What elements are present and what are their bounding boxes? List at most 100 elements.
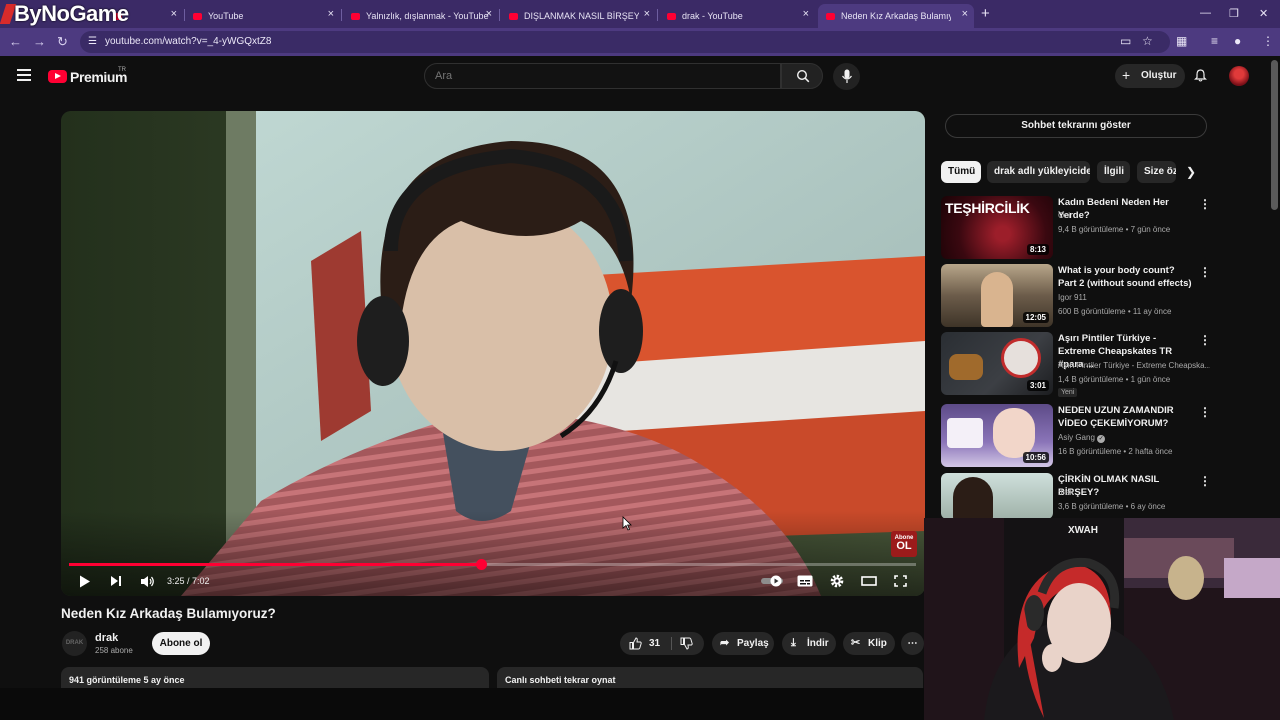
recommendation-item[interactable]: TEŞHİRCİLİK 8:13 Kadın Bedeni Neden Her …	[941, 196, 1211, 260]
video-thumbnail[interactable]: 10:56	[941, 404, 1053, 467]
recommendation-item[interactable]: 3:01 Aşırı Pintiler Türkiye - Extreme Ch…	[941, 332, 1211, 397]
browser-tab[interactable]: YouTube ×	[185, 4, 340, 28]
progress-played	[69, 563, 482, 566]
chip-from-uploader[interactable]: drak adlı yükleyiciden	[987, 161, 1090, 183]
restore-icon[interactable]: ❐	[1229, 7, 1239, 20]
subtitles-icon[interactable]	[797, 575, 813, 587]
tab-title: Neden Kız Arkadaş Bulamıy	[841, 11, 951, 21]
more-icon[interactable]: ⋮	[1199, 333, 1211, 347]
like-count[interactable]: 31	[649, 632, 660, 655]
tab-close-icon[interactable]: ×	[644, 8, 650, 20]
thumbnail-caption: TEŞHİRCİLİK	[945, 200, 1030, 216]
video-thumbnail[interactable]: TEŞHİRCİLİK 8:13	[941, 196, 1053, 259]
chat-replay-label: Canlı sohbeti tekrar oynat	[505, 675, 616, 685]
recommendation-item[interactable]: 10:56 NEDEN UZUN ZAMANDIR VİDEO ÇEKEMİYO…	[941, 404, 1211, 468]
play-icon[interactable]	[79, 575, 91, 588]
chip-for-you[interactable]: Size öz	[1137, 161, 1176, 183]
more-icon[interactable]: ⋮	[1199, 197, 1211, 211]
more-actions-button[interactable]: ⋯	[901, 632, 924, 655]
bell-icon[interactable]	[1194, 69, 1207, 82]
youtube-logo-icon[interactable]	[48, 70, 67, 83]
recommendation-item[interactable]: 12:05 What is your body count? Part 2 (w…	[941, 264, 1211, 328]
video-thumbnail[interactable]: 12:05	[941, 264, 1053, 327]
browser-tab[interactable]: DIŞLANMAK NASIL BİRŞEY? - Y ×	[501, 4, 656, 28]
tab-title: drak - YouTube	[682, 11, 743, 21]
youtube-favicon-icon	[509, 12, 518, 20]
browser-tab-active[interactable]: Neden Kız Arkadaş Bulamıy ×	[818, 4, 974, 28]
media-controls-icon[interactable]: ≡	[1211, 34, 1218, 48]
subscribe-watermark[interactable]: Abone OL	[891, 531, 917, 557]
mouse-cursor-icon	[622, 516, 632, 531]
recommendation-meta: 9,4 B görüntüleme • 7 gün önce	[1058, 225, 1171, 234]
reload-icon[interactable]: ↻	[57, 34, 68, 50]
subscribe-button[interactable]: Abone ol	[152, 632, 210, 655]
page-scrollbar[interactable]	[1271, 60, 1278, 210]
browser-tab-bar: × YouTube × Yalnızlık, dışlanmak - YouTub…	[0, 0, 1280, 28]
recommendation-channel[interactable]: Igor 911	[1058, 293, 1087, 302]
tab-close-icon[interactable]: ×	[962, 8, 968, 20]
site-info-icon[interactable]: ☰	[88, 31, 97, 53]
autoplay-toggle[interactable]	[761, 575, 785, 587]
window-close-icon[interactable]: ✕	[1259, 7, 1268, 20]
bookmark-star-icon[interactable]: ☆	[1142, 34, 1153, 48]
tab-close-icon[interactable]: ×	[486, 8, 492, 20]
tab-close-icon[interactable]: ×	[171, 8, 177, 20]
views-and-date: 941 görüntüleme 5 ay önce	[69, 675, 185, 685]
profile-icon[interactable]: ●	[1234, 34, 1241, 48]
fullscreen-icon[interactable]	[894, 575, 907, 587]
more-icon[interactable]: ⋮	[1199, 474, 1211, 488]
address-bar[interactable]: ☰ youtube.com/watch?v=_4-yWGQxtZ8	[80, 31, 1170, 53]
settings-icon[interactable]	[830, 574, 844, 588]
browser-tab[interactable]: drak - YouTube ×	[659, 4, 815, 28]
new-tab-button[interactable]: +	[981, 5, 990, 22]
subscriber-count: 258 abone	[95, 646, 133, 655]
extensions-icon[interactable]: ▦	[1176, 34, 1187, 48]
volume-icon[interactable]	[140, 575, 155, 588]
hoodie-logo: XWAH	[1068, 525, 1098, 536]
recommendation-title[interactable]: NEDEN UZUN ZAMANDIR VİDEO ÇEKEMİYORUM?	[1058, 404, 1194, 430]
video-thumbnail[interactable]: 3:01	[941, 332, 1053, 395]
more-icon[interactable]: ⋮	[1199, 405, 1211, 419]
search-button[interactable]	[781, 63, 823, 89]
browser-tab[interactable]: Yalnızlık, dışlanmak - YouTube ×	[343, 4, 498, 28]
video-thumbnail[interactable]	[941, 473, 1053, 519]
new-badge: Yeni	[1058, 388, 1078, 397]
country-code: TR	[118, 67, 126, 73]
recommendation-title[interactable]: Kadın Bedeni Neden Her Yerde?	[1058, 196, 1194, 222]
chevron-right-icon[interactable]: ❯	[1186, 165, 1196, 179]
recommendation-title[interactable]: What is your body count? Part 2 (without…	[1058, 264, 1194, 290]
back-icon[interactable]: ←	[9, 34, 22, 49]
recommendation-title[interactable]: ÇİRKİN OLMAK NASIL BİRŞEY?	[1058, 473, 1194, 499]
forward-icon[interactable]: →	[33, 34, 46, 49]
browser-menu-icon[interactable]: ⋮	[1262, 34, 1274, 48]
more-icon[interactable]: ⋮	[1199, 265, 1211, 279]
user-avatar[interactable]	[1229, 66, 1249, 86]
voice-search-button[interactable]	[833, 63, 860, 90]
tab-close-icon[interactable]: ×	[328, 8, 334, 20]
clip-button[interactable]: ✂ Klip	[843, 632, 895, 655]
tab-close-icon[interactable]: ×	[803, 8, 809, 20]
video-player[interactable]	[61, 111, 925, 596]
search-input[interactable]	[424, 63, 781, 89]
hamburger-icon[interactable]	[17, 69, 31, 84]
video-duration: 3:01	[1026, 380, 1049, 391]
share-button[interactable]: ➦ Paylaş	[712, 632, 774, 655]
minimize-icon[interactable]: —	[1200, 7, 1211, 19]
channel-name[interactable]: drak	[95, 632, 118, 644]
chip-all[interactable]: Tümü	[941, 161, 981, 183]
recommendation-channel[interactable]: Aşırı Pintiler Türkiye - Extreme Cheapsk…	[1058, 361, 1210, 370]
dislike-icon[interactable]	[680, 637, 693, 650]
download-button[interactable]: ⤓ İndir	[782, 632, 836, 655]
chip-related[interactable]: İlgili	[1097, 161, 1130, 183]
next-icon[interactable]	[110, 575, 122, 587]
clip-label: Klip	[868, 638, 887, 649]
progress-bar[interactable]	[69, 559, 916, 570]
show-chat-replay-button[interactable]: Sohbet tekrarını göster	[945, 114, 1207, 138]
recommendation-channel[interactable]: drak	[1058, 488, 1074, 497]
install-app-icon[interactable]: ▭	[1120, 34, 1131, 48]
recommendation-channel[interactable]: Ozi	[1058, 211, 1070, 220]
theater-mode-icon[interactable]	[861, 576, 877, 586]
like-icon[interactable]	[629, 637, 642, 650]
channel-avatar[interactable]: DRAK	[62, 631, 87, 656]
recommendation-channel[interactable]: Asiy Gang ✓	[1058, 433, 1106, 443]
